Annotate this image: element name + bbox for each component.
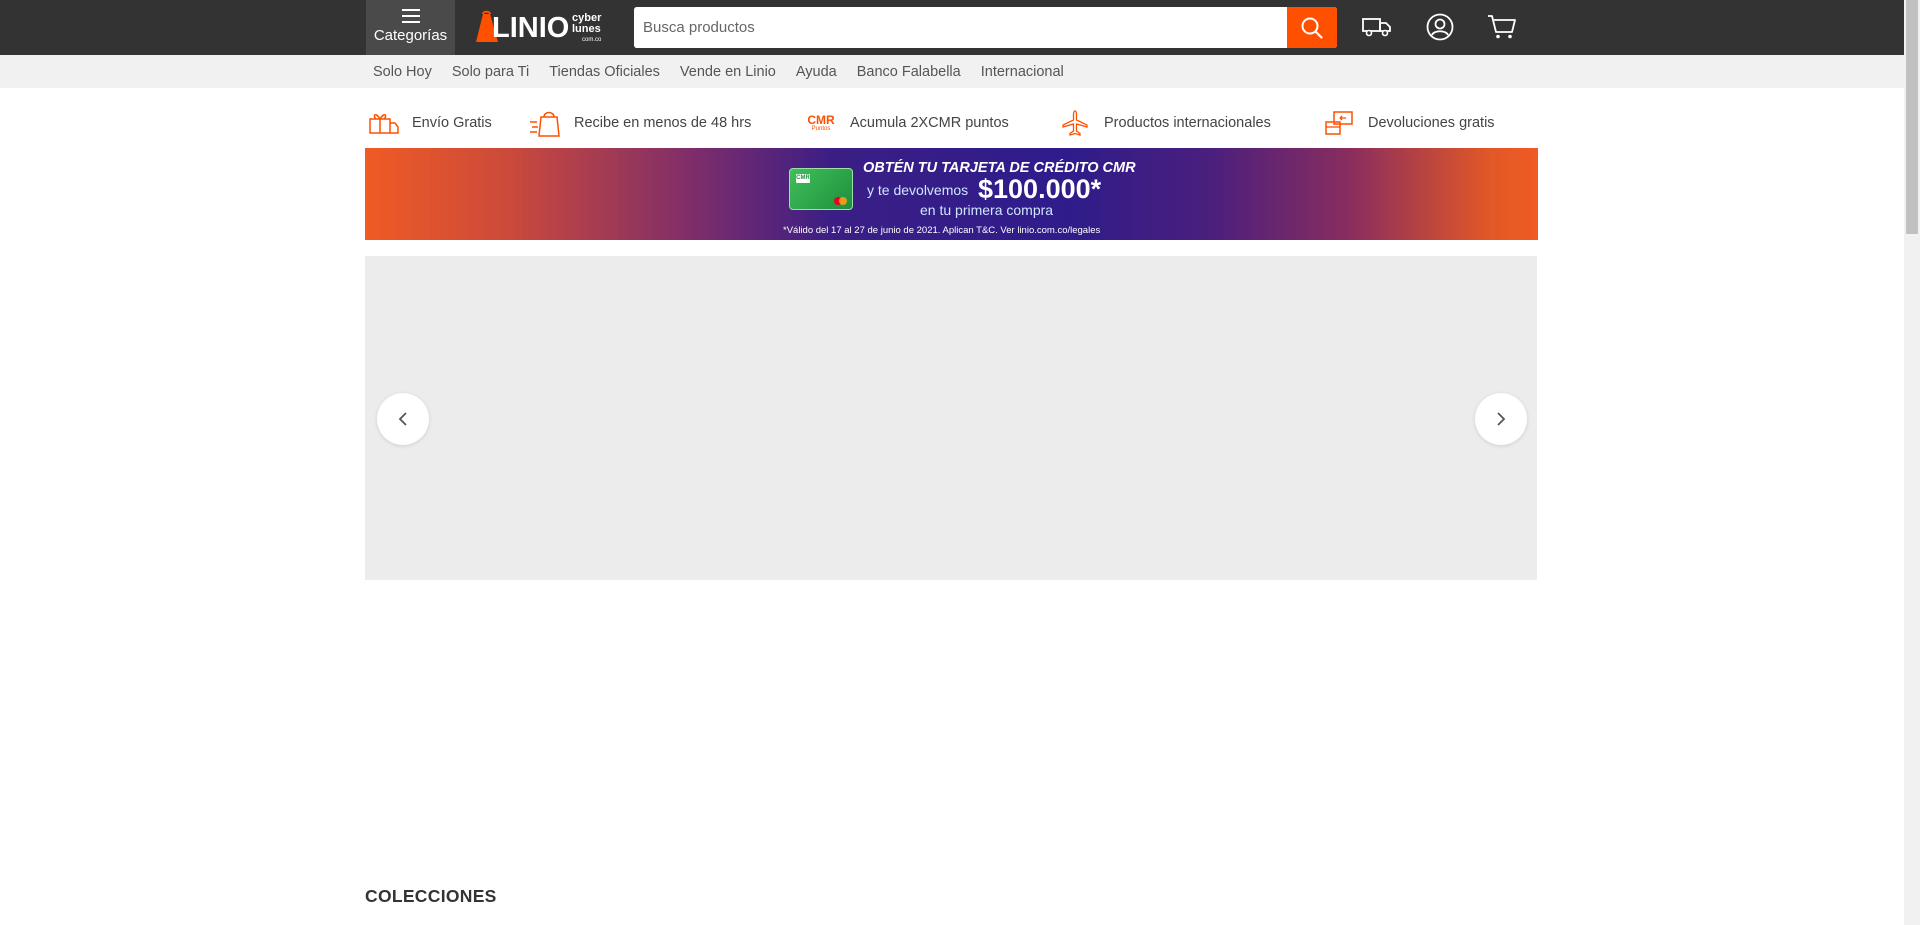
benefit-label: Productos internacionales <box>1104 115 1271 131</box>
logo-text: LINIO <box>492 12 570 44</box>
benefit-label: Recibe en menos de 48 hrs <box>574 115 752 131</box>
categories-button[interactable]: Categorías <box>366 0 455 55</box>
nav-tiendas-oficiales[interactable]: Tiendas Oficiales <box>549 64 660 80</box>
cmr-credit-card-image: CMR <box>789 168 853 210</box>
cmr-promo-banner[interactable]: CMR OBTÉN TU TARJETA DE CRÉDITO CMR y te… <box>365 148 1538 240</box>
fast-bag-icon <box>528 106 562 140</box>
page-scrollbar[interactable] <box>1904 0 1920 925</box>
nav-ayuda[interactable]: Ayuda <box>796 64 837 80</box>
badge-line2: lunes <box>572 23 601 35</box>
benefit-recibe-48hrs[interactable]: Recibe en menos de 48 hrs <box>528 104 751 142</box>
delivery-truck-icon <box>1362 18 1391 37</box>
categories-label: Categorías <box>373 27 448 44</box>
benefit-cmr-puntos[interactable]: CMR Puntos Acumula 2XCMR puntos <box>804 104 1009 142</box>
chevron-left-icon <box>398 412 407 426</box>
shopping-cart-icon <box>1488 15 1516 39</box>
user-circle-icon <box>1426 13 1454 41</box>
benefit-label: Acumula 2XCMR puntos <box>850 115 1009 131</box>
nav-solo-hoy[interactable]: Solo Hoy <box>373 64 432 80</box>
orders-button[interactable] <box>1360 12 1394 42</box>
promo-subline: y te devolvemos <box>867 182 969 198</box>
hamburger-menu-icon <box>401 9 420 23</box>
scrollbar-thumb[interactable] <box>1906 0 1918 234</box>
benefit-productos-internacionales[interactable]: Productos internacionales <box>1058 104 1271 142</box>
cart-button[interactable] <box>1485 12 1519 42</box>
mastercard-yellow-circle <box>839 197 847 205</box>
benefit-devoluciones-gratis[interactable]: Devoluciones gratis <box>1322 104 1495 142</box>
linio-logo[interactable]: LINIO cyber lunes com.co <box>474 9 624 45</box>
cyberlunes-badge: cyber lunes com.co <box>572 13 601 46</box>
nav-vende-en-linio[interactable]: Vende en Linio <box>680 64 776 80</box>
account-button[interactable] <box>1423 12 1457 42</box>
benefit-envio-gratis[interactable]: Envío Gratis <box>366 104 492 142</box>
promo-amount: $100.000* <box>978 174 1102 204</box>
carousel-prev-button[interactable] <box>377 393 429 445</box>
hero-carousel <box>365 256 1537 580</box>
cmr-points-icon: CMR Puntos <box>804 106 838 140</box>
promo-tagline: en tu primera compra <box>920 202 1054 218</box>
benefits-bar: Envío Gratis Recibe en menos de 48 hrs C… <box>366 104 1538 142</box>
cmr-icon-subtext: Puntos <box>811 125 831 132</box>
secondary-nav: Solo Hoy Solo para Ti Tiendas Oficiales … <box>0 55 1904 88</box>
nav-banco-falabella[interactable]: Banco Falabella <box>857 64 961 80</box>
promo-legal-text: *Válido del 17 al 27 de junio de 2021. A… <box>783 225 1101 236</box>
carousel-next-button[interactable] <box>1475 393 1527 445</box>
search-button[interactable] <box>1287 7 1337 48</box>
airplane-icon <box>1058 106 1092 140</box>
nav-solo-para-ti[interactable]: Solo para Ti <box>452 64 529 80</box>
badge-line3: com.co <box>582 37 602 43</box>
top-header: Categorías LINIO cyber lunes com.co <box>0 0 1904 55</box>
nav-internacional[interactable]: Internacional <box>981 64 1064 80</box>
cmr-icon-text: CMR <box>807 112 835 127</box>
benefit-label: Devoluciones gratis <box>1368 115 1495 131</box>
magnifier-icon <box>1301 17 1323 39</box>
benefit-label: Envío Gratis <box>412 115 492 131</box>
gift-truck-icon <box>366 106 400 140</box>
search-bar <box>634 7 1337 48</box>
return-box-icon <box>1322 106 1356 140</box>
card-brand: CMR <box>796 174 810 183</box>
search-input[interactable] <box>634 7 1287 48</box>
chevron-right-icon <box>1497 412 1506 426</box>
collections-section-title: COLECCIONES <box>365 886 497 906</box>
